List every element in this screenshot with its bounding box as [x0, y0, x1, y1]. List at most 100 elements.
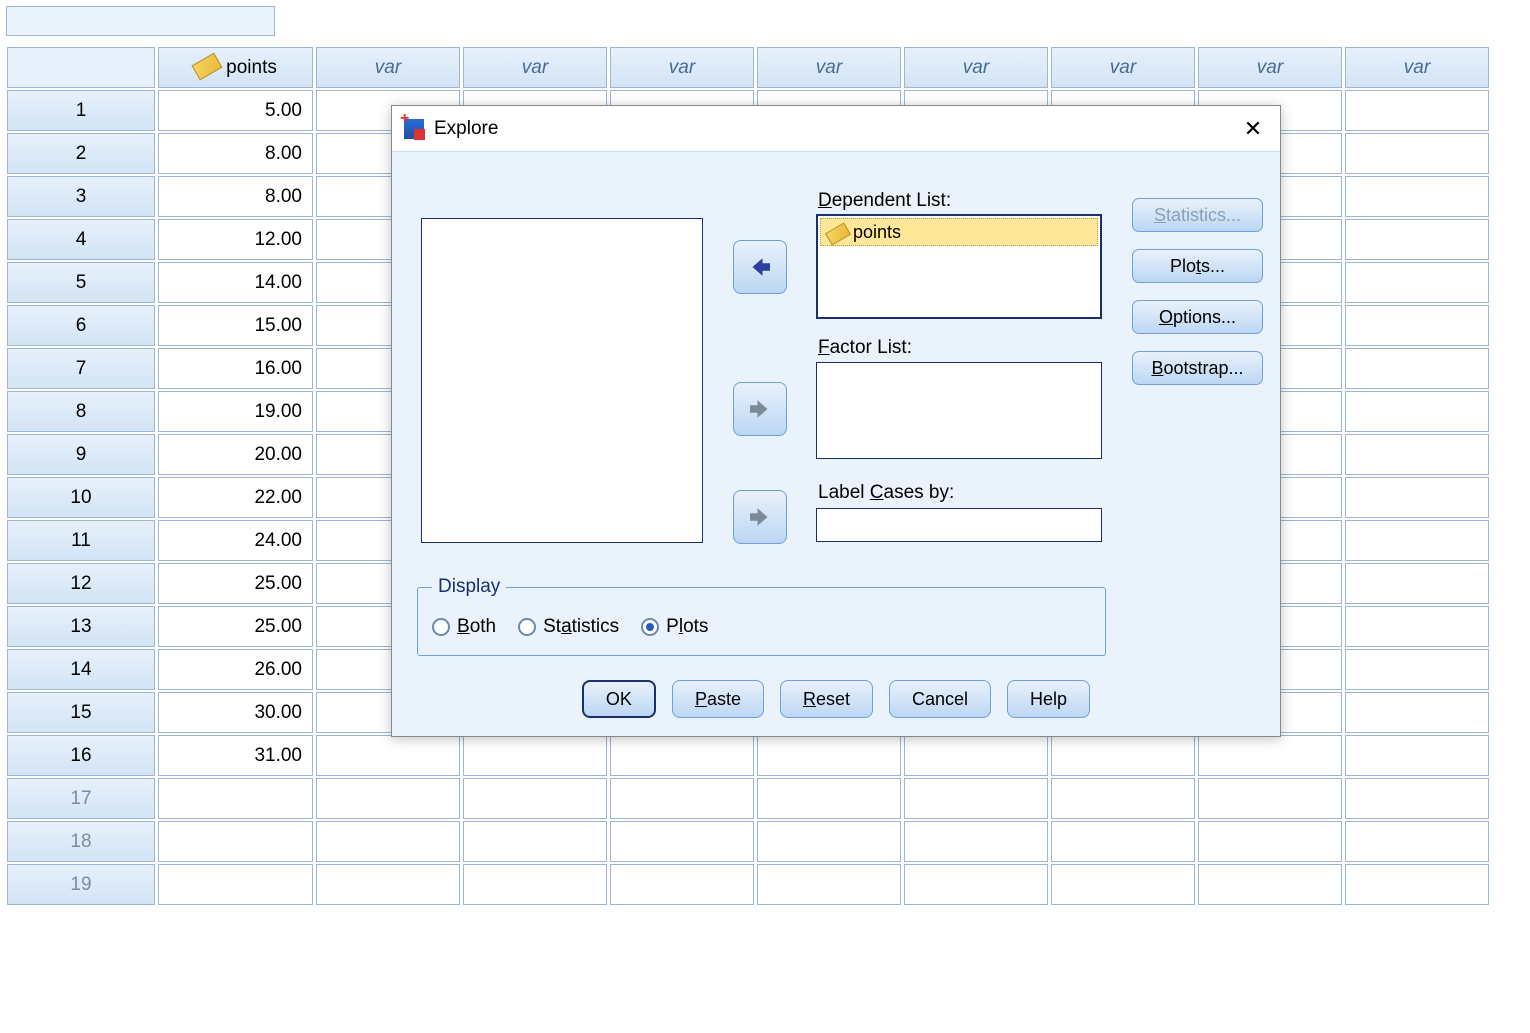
cell[interactable]: [1345, 262, 1489, 303]
row-header[interactable]: 10: [7, 477, 155, 518]
cell[interactable]: [757, 778, 901, 819]
cell[interactable]: [610, 821, 754, 862]
cell[interactable]: [904, 864, 1048, 905]
cell[interactable]: [1345, 434, 1489, 475]
display-plots-radio[interactable]: Plots: [641, 616, 708, 638]
cell[interactable]: [1345, 391, 1489, 432]
cell[interactable]: 22.00: [158, 477, 313, 518]
cell[interactable]: [463, 864, 607, 905]
column-header-var[interactable]: var: [316, 47, 460, 88]
row-header[interactable]: 7: [7, 348, 155, 389]
cell[interactable]: [158, 864, 313, 905]
cell[interactable]: [610, 864, 754, 905]
cell[interactable]: [1345, 649, 1489, 690]
row-header[interactable]: 6: [7, 305, 155, 346]
cell[interactable]: 8.00: [158, 133, 313, 174]
cell[interactable]: [463, 735, 607, 776]
row-header[interactable]: 2: [7, 133, 155, 174]
cell[interactable]: [757, 735, 901, 776]
cell[interactable]: 31.00: [158, 735, 313, 776]
column-header-points[interactable]: points: [158, 47, 313, 88]
cell[interactable]: 24.00: [158, 520, 313, 561]
cell[interactable]: 12.00: [158, 219, 313, 260]
dialog-titlebar[interactable]: Explore ✕: [392, 106, 1280, 152]
cell[interactable]: [610, 735, 754, 776]
display-both-radio[interactable]: Both: [432, 616, 496, 638]
row-header[interactable]: 12: [7, 563, 155, 604]
cell[interactable]: [1345, 176, 1489, 217]
column-header-var[interactable]: var: [463, 47, 607, 88]
table-row[interactable]: 18: [7, 821, 1489, 862]
cell[interactable]: [158, 778, 313, 819]
cell[interactable]: [1345, 305, 1489, 346]
cell[interactable]: 14.00: [158, 262, 313, 303]
cell[interactable]: [158, 821, 313, 862]
cell[interactable]: [1051, 735, 1195, 776]
column-header-var[interactable]: var: [904, 47, 1048, 88]
move-to-factor-button[interactable]: [733, 382, 787, 436]
column-header-var[interactable]: var: [757, 47, 901, 88]
cell[interactable]: 20.00: [158, 434, 313, 475]
cell[interactable]: 26.00: [158, 649, 313, 690]
cell[interactable]: [757, 864, 901, 905]
row-header[interactable]: 15: [7, 692, 155, 733]
table-row[interactable]: 1631.00: [7, 735, 1489, 776]
cell[interactable]: [1198, 778, 1342, 819]
column-headers[interactable]: points var var var var var var var var: [7, 47, 1489, 88]
column-header-var[interactable]: var: [1198, 47, 1342, 88]
row-header[interactable]: 11: [7, 520, 155, 561]
cell[interactable]: [610, 778, 754, 819]
options-button[interactable]: Options...: [1132, 300, 1263, 334]
cell[interactable]: [757, 821, 901, 862]
row-header[interactable]: 5: [7, 262, 155, 303]
table-row[interactable]: 19: [7, 864, 1489, 905]
cell[interactable]: [316, 735, 460, 776]
cell[interactable]: [1345, 477, 1489, 518]
cell[interactable]: [1345, 219, 1489, 260]
cell[interactable]: [316, 864, 460, 905]
cell[interactable]: [1198, 864, 1342, 905]
cell[interactable]: [316, 821, 460, 862]
cell[interactable]: 25.00: [158, 606, 313, 647]
column-header-var[interactable]: var: [1345, 47, 1489, 88]
cell[interactable]: [1051, 821, 1195, 862]
cell[interactable]: [463, 821, 607, 862]
cell[interactable]: [463, 778, 607, 819]
row-header[interactable]: 16: [7, 735, 155, 776]
dependent-list[interactable]: points: [816, 214, 1102, 319]
row-header[interactable]: 4: [7, 219, 155, 260]
cell[interactable]: [1345, 348, 1489, 389]
cell[interactable]: 19.00: [158, 391, 313, 432]
display-statistics-radio[interactable]: Statistics: [518, 616, 619, 638]
row-header[interactable]: 1: [7, 90, 155, 131]
cell[interactable]: [1345, 692, 1489, 733]
ok-button[interactable]: OK: [582, 680, 656, 718]
row-header[interactable]: 18: [7, 821, 155, 862]
column-header-var[interactable]: var: [610, 47, 754, 88]
dependent-item-points[interactable]: points: [820, 218, 1098, 246]
row-header[interactable]: 14: [7, 649, 155, 690]
cell[interactable]: 25.00: [158, 563, 313, 604]
close-button[interactable]: ✕: [1238, 114, 1268, 144]
cell[interactable]: [1198, 735, 1342, 776]
cell[interactable]: [1051, 778, 1195, 819]
cell[interactable]: 30.00: [158, 692, 313, 733]
paste-button[interactable]: Paste: [672, 680, 764, 718]
label-cases-list[interactable]: [816, 508, 1102, 542]
row-header[interactable]: 13: [7, 606, 155, 647]
cell[interactable]: [904, 821, 1048, 862]
plots-button[interactable]: Plots...: [1132, 249, 1263, 283]
row-header[interactable]: 3: [7, 176, 155, 217]
cell[interactable]: 8.00: [158, 176, 313, 217]
cell[interactable]: [1345, 821, 1489, 862]
cell[interactable]: 5.00: [158, 90, 313, 131]
cell[interactable]: [1051, 864, 1195, 905]
row-header[interactable]: 17: [7, 778, 155, 819]
table-row[interactable]: 17: [7, 778, 1489, 819]
factor-list[interactable]: [816, 362, 1102, 459]
row-header[interactable]: 9: [7, 434, 155, 475]
cell[interactable]: [904, 735, 1048, 776]
cell[interactable]: [1345, 563, 1489, 604]
cell[interactable]: [1345, 520, 1489, 561]
cell[interactable]: [1345, 864, 1489, 905]
